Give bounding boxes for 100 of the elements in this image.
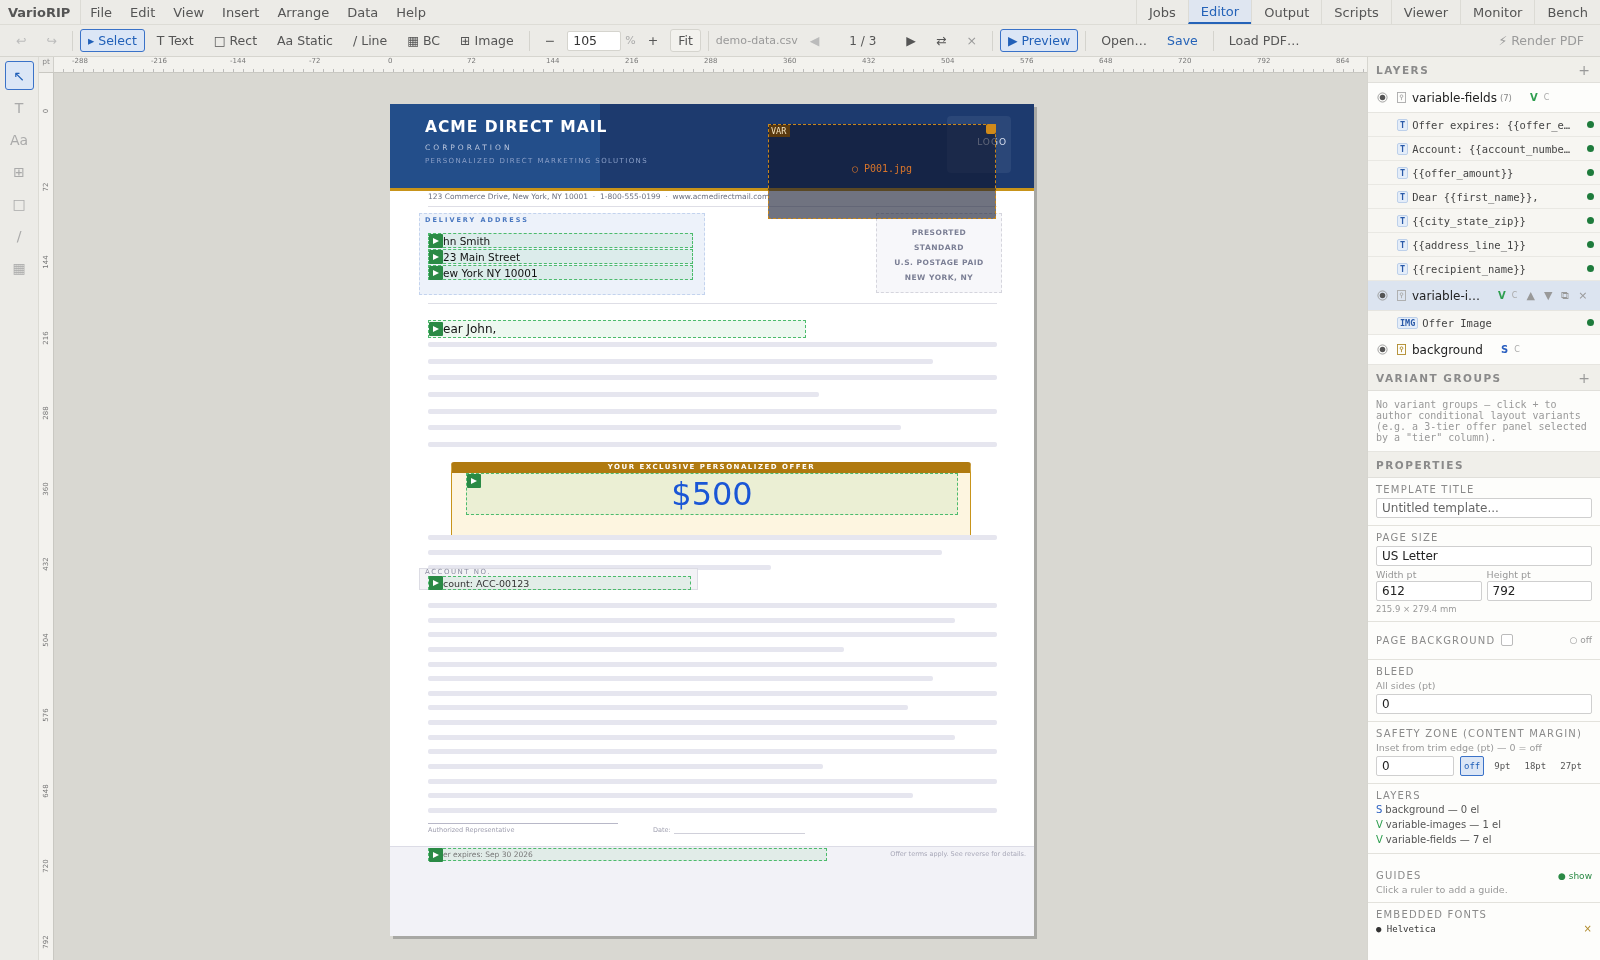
lock-icon[interactable] bbox=[1397, 92, 1406, 103]
element-type-badge: T bbox=[1397, 238, 1409, 251]
safety-zone-field[interactable]: 0 bbox=[1376, 756, 1454, 776]
field-label: SAFETY ZONE (CONTENT MARGIN) bbox=[1376, 728, 1584, 739]
margin-option-button[interactable]: 18pt bbox=[1520, 756, 1551, 776]
element-type-badge: T bbox=[1397, 118, 1409, 131]
field-label: Height pt bbox=[1486, 569, 1532, 580]
height-field[interactable]: 792 bbox=[1486, 581, 1592, 601]
zoom-unit: % bbox=[625, 34, 636, 47]
tool-palette-button[interactable]: ↖ bbox=[4, 61, 34, 90]
tool-button[interactable]: □ Rect bbox=[205, 29, 266, 52]
layer-name: variable-fields bbox=[1412, 90, 1497, 105]
layer-summary: background — 0 el bbox=[1385, 804, 1480, 816]
save-button[interactable]: Save bbox=[1159, 29, 1206, 52]
page-size-field[interactable]: US Letter bbox=[1376, 546, 1592, 566]
guides-toggle[interactable]: ● show bbox=[1558, 870, 1592, 881]
menu-item[interactable]: View bbox=[164, 0, 214, 24]
field-label: GUIDES bbox=[1376, 870, 1422, 881]
element-label: Offer expires: {{offer_e… bbox=[1412, 118, 1572, 131]
visibility-icon[interactable] bbox=[1377, 290, 1388, 301]
field-label: TEMPLATE TITLE bbox=[1376, 484, 1476, 495]
element-type-badge: T bbox=[1397, 190, 1409, 203]
tool-button[interactable]: Aa Static bbox=[269, 29, 341, 52]
lock-icon[interactable] bbox=[1397, 290, 1406, 301]
menu-item[interactable]: Help bbox=[387, 0, 435, 24]
menu-item[interactable]: Arrange bbox=[268, 0, 339, 24]
empty-state-text: No variant groups — click + to author conditional layout variants (e.g. a 3-tier offer panel selected by a "tier" column). bbox=[1376, 399, 1588, 443]
variable-text-field[interactable]: ew York NY 10001 bbox=[428, 265, 693, 280]
menu-item[interactable]: Edit bbox=[121, 0, 165, 24]
tool-button[interactable]: T Text bbox=[148, 29, 202, 52]
layer-count: (7) bbox=[1499, 92, 1512, 103]
field-hint: All sides (pt) bbox=[1376, 680, 1437, 691]
lock-icon[interactable] bbox=[1397, 344, 1406, 355]
mode-tab[interactable]: Jobs bbox=[1135, 0, 1188, 24]
swap-button[interactable]: ⇄ bbox=[927, 29, 955, 52]
menu-item[interactable]: Insert bbox=[213, 0, 269, 24]
next-record-button[interactable]: ▶ bbox=[898, 29, 924, 52]
resize-handle[interactable] bbox=[986, 124, 996, 134]
mode-tab[interactable]: Bench bbox=[1534, 0, 1600, 24]
tool-button[interactable]: ▸ Select bbox=[79, 29, 145, 52]
page-background-checkbox[interactable] bbox=[1501, 634, 1514, 646]
tool-button[interactable]: ⊞ Image bbox=[452, 29, 522, 52]
zoom-out-button[interactable]: − bbox=[536, 29, 564, 52]
element-type-badge: T bbox=[1397, 214, 1409, 227]
element-label: Offer Image bbox=[1422, 316, 1493, 329]
field-label: PAGE SIZE bbox=[1376, 532, 1440, 543]
element-type-badge: T bbox=[1397, 142, 1409, 155]
element-label: {{city_state_zip}} bbox=[1412, 214, 1527, 227]
mode-tab[interactable]: Editor bbox=[1187, 0, 1252, 24]
variable-flag-icon bbox=[429, 322, 443, 336]
template-title-field[interactable]: Untitled template... bbox=[1376, 498, 1592, 518]
layer-type-letter: S bbox=[1501, 344, 1509, 355]
margin-option-button[interactable]: 27pt bbox=[1556, 756, 1586, 776]
variable-text-field[interactable]: $500 bbox=[466, 473, 958, 515]
element-type-badge: IMG bbox=[1397, 316, 1419, 329]
layer-summary: variable-images — 1 el bbox=[1385, 819, 1501, 831]
layer-row[interactable]: variable-fields (7) V C bbox=[1368, 83, 1600, 113]
fit-button[interactable]: Fit bbox=[670, 29, 701, 52]
font-name: ● Helvetica bbox=[1376, 923, 1436, 934]
layer-type-letter: V bbox=[1376, 819, 1383, 831]
remove-font-button[interactable]: × bbox=[1583, 923, 1592, 934]
open-button[interactable]: Open… bbox=[1093, 29, 1156, 52]
menu-item[interactable]: Data bbox=[338, 0, 388, 24]
zoom-in-button[interactable]: + bbox=[639, 29, 667, 52]
mode-tab[interactable]: Output bbox=[1251, 0, 1322, 24]
mode-tab[interactable]: Monitor bbox=[1460, 0, 1535, 24]
tool-button[interactable]: / Line bbox=[345, 29, 396, 52]
mode-tab[interactable]: Scripts bbox=[1321, 0, 1391, 24]
margin-option-button[interactable]: off bbox=[1460, 756, 1485, 776]
layer-flag-letter: C bbox=[1543, 93, 1550, 102]
field-label: BLEED bbox=[1376, 666, 1416, 677]
variable-text-field[interactable]: hn Smith bbox=[428, 233, 693, 248]
margin-option-button[interactable]: 9pt bbox=[1490, 756, 1515, 776]
variable-text-field[interactable]: 23 Main Street bbox=[428, 249, 693, 264]
layer-type-letter: V bbox=[1498, 290, 1506, 301]
field-label: PAGE BACKGROUND bbox=[1376, 634, 1496, 646]
layer-type-letter: V bbox=[1529, 92, 1538, 103]
bleed-field[interactable]: 0 bbox=[1376, 694, 1592, 714]
load-pdf-button[interactable]: Load PDF… bbox=[1220, 29, 1308, 52]
layer-row[interactable]: variable-i… V C ▲ ▼ ⧉ × bbox=[1368, 281, 1600, 311]
mode-tab[interactable]: Viewer bbox=[1390, 0, 1461, 24]
section-title: PROPERTIES bbox=[1376, 458, 1464, 471]
visibility-icon[interactable] bbox=[1377, 344, 1388, 355]
layer-type-letter: S bbox=[1376, 804, 1383, 816]
layer-summary: variable-fields — 7 el bbox=[1385, 834, 1492, 846]
menu-item[interactable]: File bbox=[81, 0, 122, 24]
preview-button[interactable]: ▶ Preview bbox=[999, 29, 1079, 52]
tool-button[interactable]: ▦ BC bbox=[399, 29, 449, 52]
variable-text-field[interactable]: count: ACC-00123 bbox=[428, 576, 691, 590]
variable-text-field[interactable]: ear John, bbox=[428, 320, 806, 338]
element-type-badge: T bbox=[1397, 262, 1409, 275]
layer-row[interactable]: background S C bbox=[1368, 335, 1600, 365]
element-type-badge: T bbox=[1397, 166, 1409, 179]
field-hint: Inset from trim edge (pt) — 0 = off bbox=[1376, 742, 1543, 753]
visibility-icon[interactable] bbox=[1377, 92, 1388, 103]
layer-flag-letter: C bbox=[1511, 291, 1518, 300]
section-title: LAYERS bbox=[1376, 63, 1430, 76]
element-label: Account: {{account_numbe… bbox=[1412, 142, 1572, 155]
zoom-field[interactable]: 105 bbox=[567, 30, 622, 51]
width-field[interactable]: 612 bbox=[1376, 581, 1482, 601]
